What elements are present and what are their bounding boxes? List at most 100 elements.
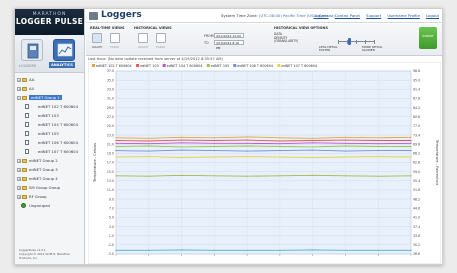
device-icon — [25, 113, 29, 118]
expand-icon[interactable]: + — [17, 77, 21, 82]
tree-device-item[interactable]: edNET 106 T 600604 — [23, 138, 83, 147]
y-tick-label-left: 37.0 — [107, 69, 114, 73]
tree-item-label: All — [29, 86, 34, 91]
tree-group-item[interactable]: + edNET Group 3 — [17, 165, 83, 174]
legend-swatch — [233, 64, 237, 67]
data-point — [410, 136, 412, 138]
tree-group-item[interactable]: + SM Group Group — [17, 183, 83, 192]
data-point — [213, 137, 215, 139]
submit-button[interactable]: SUBMIT — [419, 27, 437, 49]
tree-item-label: edNET 102 T 600604 — [38, 104, 78, 109]
tree-item-label: edNET 105 — [38, 131, 59, 136]
expand-icon[interactable]: + — [17, 176, 21, 181]
data-point — [148, 143, 150, 145]
folder-icon — [22, 86, 27, 91]
data-point — [115, 156, 117, 158]
realtime-graph-button[interactable] — [92, 33, 102, 43]
nav-support[interactable]: Support — [366, 13, 381, 18]
data-point — [246, 175, 248, 177]
y-tick-label-right: 95.0 — [413, 78, 420, 82]
data-point — [148, 156, 150, 158]
y-tick-label-left: 7.0 — [109, 206, 114, 210]
left-panel: MARATHON LOGGER PULSE LOGGERS ANALYTICS … — [15, 9, 85, 264]
expand-icon[interactable]: + — [17, 167, 21, 172]
tree-group-item[interactable]: + All — [17, 84, 83, 93]
nav-logout[interactable]: Logout — [426, 13, 439, 18]
historical-graph-label: GRAPH — [138, 45, 149, 49]
y-tick-label-right: 59.0 — [413, 170, 420, 174]
device-icon — [25, 140, 29, 145]
data-point — [115, 139, 117, 142]
tree-group-item[interactable]: − edNET Group 1 — [17, 93, 83, 102]
tree-group-item[interactable]: + AA — [17, 75, 83, 84]
tree-item-label: edNET 107 T 600604 — [38, 149, 78, 154]
historical-graph-button[interactable] — [138, 33, 148, 43]
nav-profile[interactable]: Username Profile — [387, 13, 419, 18]
tree-group-item[interactable]: + edNET Group 4 — [17, 174, 83, 183]
nav-loggers[interactable]: Loggers — [313, 13, 328, 18]
tree-item-label: RF Group — [29, 194, 47, 199]
tree-device-item[interactable]: edNET 102 T 600604 — [23, 102, 83, 111]
analytics-mode-label[interactable]: ANALYTICS — [49, 62, 75, 68]
from-date-input[interactable]: 4/12/2012 12:00 AM — [214, 33, 244, 43]
data-point — [410, 150, 412, 152]
data-point — [344, 249, 346, 251]
to-date-input[interactable]: 4/19/2012 8:16 PM — [214, 40, 244, 50]
data-point — [344, 175, 346, 177]
tree-device-item[interactable]: edNET 107 T 600604 — [23, 147, 83, 156]
collapse-icon[interactable]: − — [17, 95, 21, 100]
tree-group-item[interactable]: Ungrouped — [17, 201, 83, 210]
tree-group-item[interactable]: + edNET Group 2 — [17, 156, 83, 165]
folder-icon — [22, 158, 27, 163]
data-point — [181, 249, 183, 251]
realtime-table-label: TABLE — [110, 45, 120, 49]
tree-item-label: edNET 104 T 600604 — [38, 122, 78, 127]
expand-icon[interactable]: + — [17, 158, 21, 163]
data-point — [115, 175, 117, 177]
tree-device-item[interactable]: edNET 103 — [23, 111, 83, 120]
legend-label: edNET 107 T 600604 — [281, 64, 317, 68]
data-point — [377, 139, 379, 142]
analytics-mode-button[interactable] — [53, 39, 75, 61]
data-density-label: DATA DENSITY (GRANULARITY) — [274, 32, 298, 44]
y-tick-label-left: -1.0 — [108, 243, 114, 247]
tree-item-label: Ungrouped — [29, 203, 50, 208]
data-point — [246, 156, 248, 158]
realtime-views-title: REAL-TIME VIEWS — [90, 26, 125, 30]
device-icon — [25, 131, 29, 136]
logger-icon — [27, 43, 39, 59]
data-point — [148, 175, 150, 177]
data-point — [312, 139, 314, 142]
y-tick-label-left: 9.0 — [109, 197, 114, 201]
tree-device-item[interactable]: edNET 105 — [23, 129, 83, 138]
data-point — [279, 145, 281, 148]
nav-control-panel[interactable]: Control Panel — [335, 13, 360, 18]
data-point — [213, 145, 215, 148]
expand-icon[interactable]: + — [17, 194, 21, 199]
data-point — [312, 142, 314, 144]
top-nav: Loggers Control Panel Support Username P… — [308, 13, 439, 18]
legend-label: edNET 104 T 600604 — [167, 64, 203, 68]
y-tick-label-right: 84.2 — [413, 106, 420, 110]
data-point — [344, 150, 346, 152]
loggers-mode-button[interactable] — [21, 39, 43, 61]
data-point — [312, 149, 314, 151]
y-tick-label-right: 66.2 — [413, 152, 420, 156]
expand-icon[interactable]: + — [17, 86, 21, 91]
y-tick-label-right: 51.8 — [413, 188, 420, 192]
realtime-table-button[interactable] — [110, 33, 120, 43]
data-point — [344, 139, 346, 141]
y-tick-label-right: 77.0 — [413, 124, 420, 128]
tree-group-item[interactable]: + RF Group — [17, 192, 83, 201]
loggers-mode-label: LOGGERS — [19, 64, 37, 68]
data-point — [377, 143, 379, 145]
y-tick-label-right: 73.4 — [413, 133, 420, 137]
folder-icon — [22, 77, 27, 82]
expand-icon[interactable]: + — [17, 185, 21, 190]
density-slider-handle[interactable] — [348, 38, 351, 45]
brand-logo: MARATHON LOGGER PULSE — [15, 9, 84, 35]
tree-device-item[interactable]: edNET 104 T 600604 — [23, 120, 83, 129]
data-point — [246, 150, 248, 152]
historical-table-button[interactable] — [156, 33, 166, 43]
status-message: Last Hour: (No data update received from… — [88, 57, 223, 61]
